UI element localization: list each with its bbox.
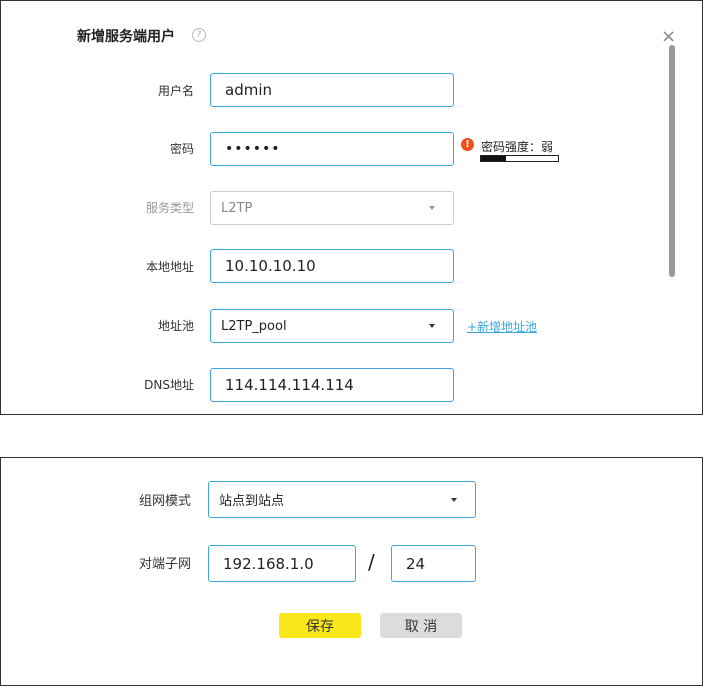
chevron-down-icon [451, 497, 457, 502]
password-strength-text: 密码强度：弱 [481, 140, 554, 154]
peer-subnet-mask-input[interactable]: 24 [391, 545, 476, 582]
address-pool-select[interactable]: L2TP_pool [210, 309, 454, 343]
cancel-button[interactable]: 取 消 [380, 613, 462, 638]
chevron-down-icon [429, 206, 435, 210]
network-mode-value: 站点到站点 [219, 494, 285, 509]
password-strength-bar [480, 155, 559, 162]
address-pool-label: 地址池 [157, 319, 194, 333]
dialog-top-section: 新增服务端用户 ? × 用户名 admin 密码 •••••• ! 密码强度：弱… [0, 0, 703, 415]
close-icon[interactable]: × [661, 26, 676, 47]
peer-subnet-ip-input[interactable]: 192.168.1.0 [208, 545, 356, 582]
save-button[interactable]: 保存 [279, 613, 361, 638]
password-label: 密码 [169, 142, 194, 156]
username-label: 用户名 [157, 84, 194, 98]
question-circle-icon[interactable]: ? [192, 28, 206, 42]
service-type-select: L2TP [210, 191, 454, 225]
network-mode-label: 组网模式 [138, 494, 191, 509]
address-pool-value: L2TP_pool [221, 318, 287, 334]
network-mode-select[interactable]: 站点到站点 [208, 481, 476, 518]
local-address-input[interactable]: 10.10.10.10 [210, 249, 454, 283]
scrollbar[interactable] [669, 45, 675, 277]
warning-icon: ! [461, 138, 474, 151]
dns-label: DNS地址 [144, 378, 194, 392]
dialog-title: 新增服务端用户 [77, 29, 175, 45]
dialog-bottom-section: 组网模式 站点到站点 对端子网 192.168.1.0 / 24 保存 取 消 [0, 457, 703, 686]
service-type-label: 服务类型 [145, 201, 194, 215]
local-address-label: 本地地址 [145, 260, 194, 274]
peer-subnet-label: 对端子网 [138, 557, 191, 572]
username-input[interactable]: admin [210, 73, 454, 107]
chevron-down-icon [429, 324, 435, 328]
service-type-value: L2TP [221, 200, 253, 216]
password-input[interactable]: •••••• [210, 132, 454, 166]
add-address-pool-link[interactable]: +新增地址池 [467, 318, 537, 335]
dns-input[interactable]: 114.114.114.114 [210, 368, 454, 402]
subnet-separator: / [368, 550, 375, 574]
